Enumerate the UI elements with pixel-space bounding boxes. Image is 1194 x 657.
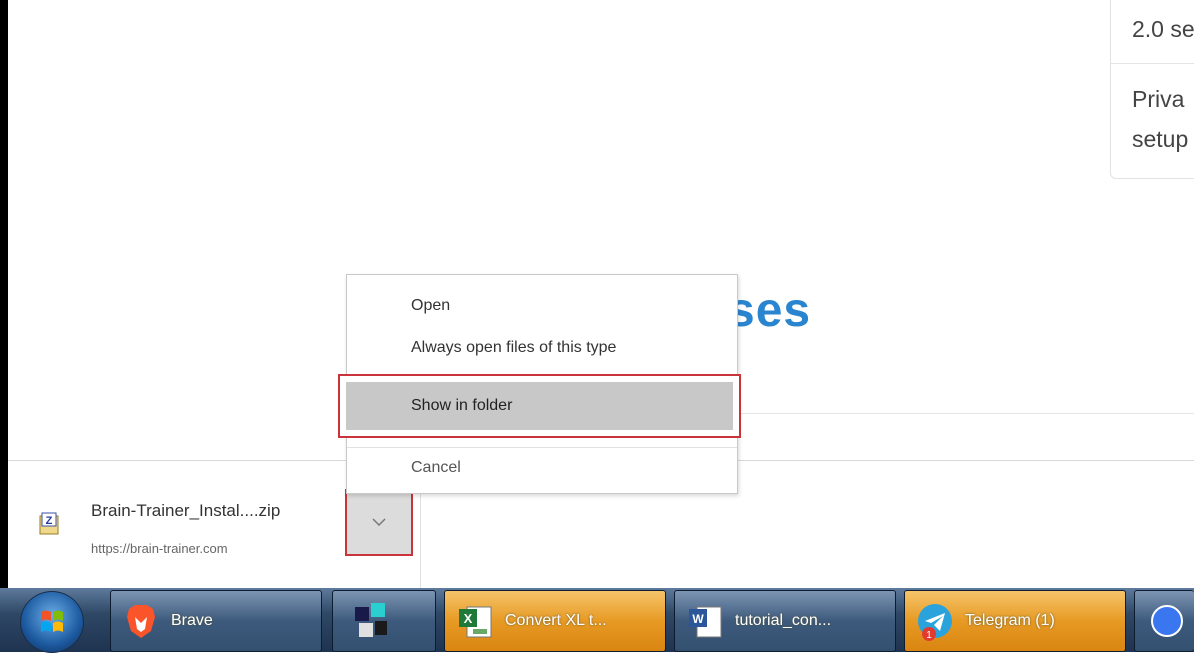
menu-item-highlight [346,382,733,430]
start-button[interactable] [20,591,84,653]
word-icon: W [689,606,722,638]
info-card-divider [1111,63,1194,64]
taskbar-label-brave: Brave [171,612,213,629]
chat-bubble-icon [1151,605,1183,637]
taskbar-label-telegram: Telegram (1) [965,612,1055,629]
info-card: 2.0 se Priva setup [1110,0,1194,179]
download-options-button[interactable] [345,489,413,556]
menu-item-show-in-folder-label: Show in folder [411,397,513,414]
windows-logo-icon [41,610,63,632]
chevron-down-icon [372,518,386,527]
menu-separator [347,447,737,448]
menu-item-show-in-folder[interactable]: Show in folder [338,374,741,438]
taskbar-label-excel: Convert XL t... [505,612,607,629]
download-file-url: https://brain-trainer.com [91,541,228,556]
taskbar-button-brave[interactable]: Brave [110,590,322,652]
zip-file-icon: Z [39,512,59,535]
page-heading-fragment: ses [728,284,812,337]
menu-item-always-open[interactable]: Always open files of this type [411,339,616,357]
svg-text:X: X [464,611,473,626]
info-card-line-2: Priva [1132,86,1185,112]
brave-lion-icon [127,605,155,638]
mfc-cube-icon [355,603,387,637]
svg-text:Z: Z [46,515,53,527]
menu-item-cancel[interactable]: Cancel [411,459,461,477]
download-file-name: Brain-Trainer_Instal....zip [91,501,281,520]
content-divider [736,413,1194,414]
svg-text:W: W [692,612,704,626]
telegram-badge: 1 [926,630,932,641]
taskbar-button-word[interactable]: W tutorial_con... [674,590,896,652]
info-card-line-3: setup [1132,126,1189,152]
info-card-line-1: 2.0 se [1132,16,1194,42]
taskbar-button-excel[interactable]: X Convert XL t... [444,590,666,652]
taskbar-label-word: tutorial_con... [735,612,832,629]
taskbar-button-mfc[interactable] [332,590,436,652]
download-context-menu: Open Always open files of this type Show… [338,274,741,494]
taskbar-button-signal[interactable] [1134,590,1194,652]
excel-icon: X [459,606,492,638]
telegram-icon: 1 [918,604,952,641]
menu-item-open[interactable]: Open [411,297,450,315]
taskbar-button-telegram[interactable]: 1 Telegram (1) [904,590,1126,652]
window-frame-left [0,0,8,588]
